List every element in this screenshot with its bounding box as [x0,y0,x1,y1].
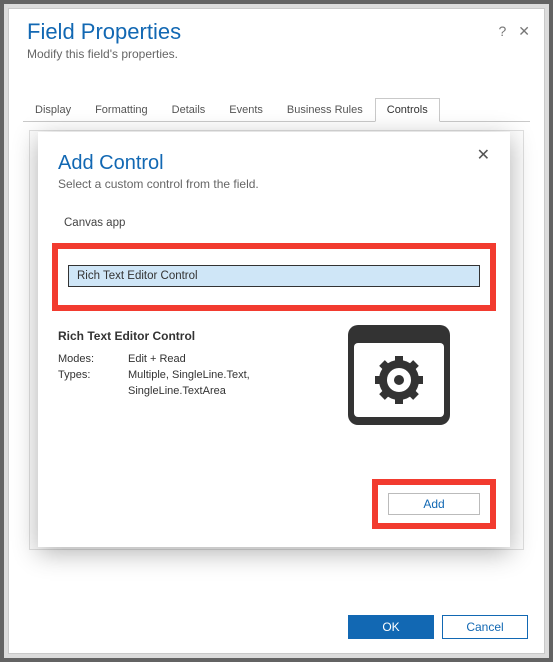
tab-strip: Display Formatting Details Events Busine… [23,97,530,122]
cancel-button[interactable]: Cancel [442,615,528,639]
modal-close-icon[interactable]: ✕ [471,144,496,166]
modal-title: Add Control [58,152,490,175]
add-button[interactable]: Add [388,493,480,515]
tab-formatting[interactable]: Formatting [83,98,160,122]
detail-value-modes: Edit + Read [128,353,268,365]
panel-subtitle: Modify this field's properties. [27,47,526,61]
panel-button-row: OK Cancel [348,615,528,639]
close-icon[interactable]: ✕ [518,23,530,40]
tab-display[interactable]: Display [23,98,83,122]
selection-highlight: Rich Text Editor Control [52,243,496,311]
add-control-modal: ✕ Add Control Select a custom control fr… [38,132,510,547]
tab-business-rules[interactable]: Business Rules [275,98,375,122]
detail-value-types-2: SingleLine.TextArea [128,385,268,397]
add-button-highlight: Add [372,479,496,529]
control-preview-icon [344,325,454,429]
control-list-item-selected[interactable]: Rich Text Editor Control [68,265,480,287]
detail-label-modes: Modes: [58,353,108,365]
detail-value-types-1: Multiple, SingleLine.Text, [128,369,268,381]
tab-controls[interactable]: Controls [375,98,440,122]
tab-details[interactable]: Details [160,98,218,122]
help-icon[interactable]: ? [498,23,506,40]
panel-header: Field Properties Modify this field's pro… [9,9,544,67]
modal-subtitle: Select a custom control from the field. [58,177,490,191]
ok-button[interactable]: OK [348,615,434,639]
control-list-item-canvas-app[interactable]: Canvas app [58,213,490,233]
panel-title: Field Properties [27,19,526,45]
detail-label-types: Types: [58,369,108,381]
tab-events[interactable]: Events [217,98,275,122]
